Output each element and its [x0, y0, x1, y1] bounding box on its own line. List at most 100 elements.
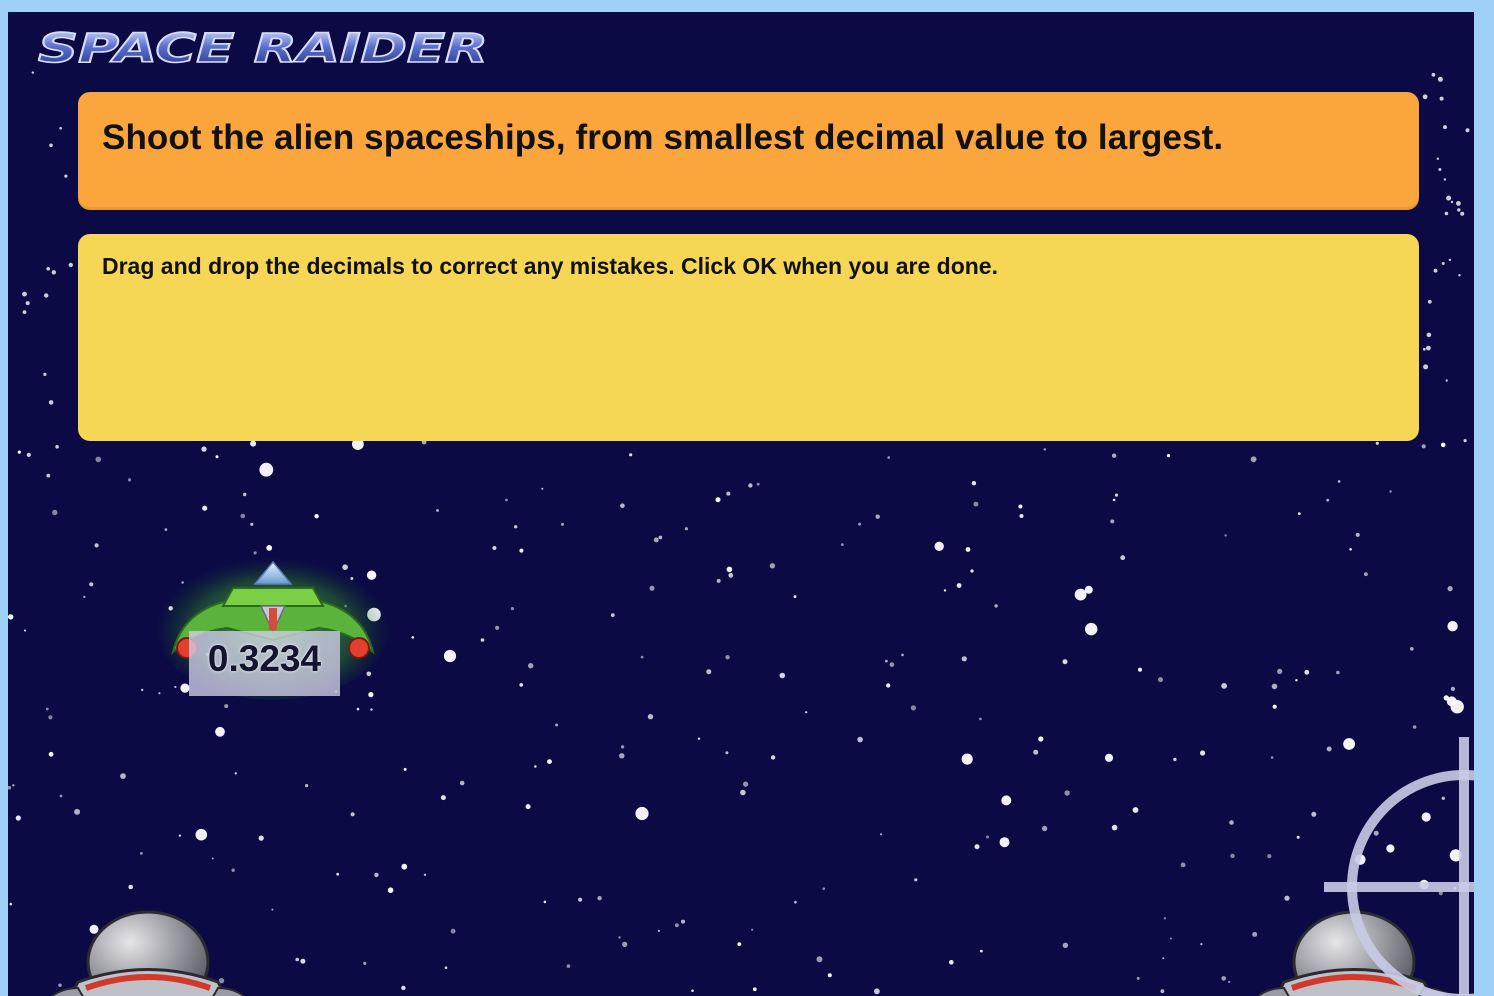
star [1304, 669, 1310, 675]
star [1163, 917, 1167, 920]
star [52, 509, 58, 516]
star [858, 522, 862, 526]
star [444, 966, 448, 969]
star [411, 636, 415, 639]
star [215, 455, 219, 459]
star [45, 707, 49, 711]
star [1364, 572, 1368, 577]
star [879, 833, 883, 836]
star [1111, 824, 1118, 831]
star [1074, 588, 1087, 601]
star [1111, 453, 1117, 458]
star [728, 572, 734, 578]
star [528, 663, 534, 669]
star [480, 638, 485, 642]
star [1043, 448, 1047, 451]
star [525, 804, 531, 810]
star [740, 789, 746, 796]
star [566, 964, 571, 968]
star [1112, 498, 1116, 502]
star [401, 985, 406, 991]
star [1230, 853, 1235, 859]
star [44, 293, 49, 298]
star [1180, 862, 1186, 868]
star [1136, 976, 1140, 980]
star [886, 683, 891, 688]
star [816, 956, 823, 963]
star [202, 505, 208, 511]
star [423, 873, 427, 876]
star [46, 473, 51, 478]
star [1458, 274, 1461, 277]
star [258, 835, 264, 841]
star [436, 509, 439, 512]
star [805, 711, 808, 714]
star [43, 372, 47, 376]
star [8, 614, 14, 620]
star [629, 453, 633, 457]
star [231, 868, 235, 872]
star [89, 582, 94, 587]
star [1446, 696, 1457, 707]
star [314, 514, 319, 519]
star [1272, 704, 1277, 709]
star [1137, 667, 1143, 672]
star [120, 773, 126, 779]
star [1085, 622, 1098, 636]
star [621, 745, 625, 749]
star [658, 535, 663, 540]
star [1438, 168, 1442, 171]
feedback-text: Drag and drop the decimals to correct an… [102, 253, 998, 279]
star [1160, 989, 1165, 994]
star [752, 987, 757, 992]
star [874, 988, 880, 995]
star [22, 310, 27, 314]
crosshair-icon[interactable] [1324, 737, 1474, 996]
star [779, 672, 786, 679]
star [743, 781, 749, 787]
star [240, 513, 246, 519]
star [1447, 586, 1453, 592]
star [1444, 211, 1449, 216]
star [440, 795, 446, 801]
star [234, 772, 237, 775]
star [635, 806, 649, 821]
star [961, 656, 967, 662]
star [1296, 835, 1300, 839]
star [1173, 757, 1177, 762]
star [1426, 332, 1432, 338]
star [822, 887, 826, 890]
star [1460, 211, 1465, 216]
star [1437, 76, 1443, 82]
star [510, 607, 514, 611]
star [986, 835, 989, 839]
star [543, 900, 547, 904]
star [1421, 444, 1426, 449]
star [1436, 157, 1440, 160]
star [1355, 532, 1360, 537]
star [1001, 795, 1012, 806]
instruction-panel: Shoot the alien spaceships, from smalles… [78, 92, 1419, 210]
star [271, 908, 274, 911]
star [1200, 943, 1203, 946]
star [1426, 345, 1431, 351]
star [1166, 454, 1171, 458]
star [1158, 677, 1163, 683]
star [751, 928, 754, 931]
star [1448, 258, 1452, 262]
star [555, 723, 559, 727]
star [827, 973, 832, 978]
star [1441, 262, 1445, 265]
star [973, 501, 979, 507]
star [1433, 268, 1438, 273]
star [22, 291, 27, 297]
star [201, 446, 207, 452]
star [17, 450, 21, 454]
star [647, 714, 654, 720]
alien-decimal-value[interactable]: 0.3234 [189, 631, 340, 696]
star [1297, 512, 1301, 515]
star [1018, 504, 1023, 509]
star [561, 522, 564, 526]
star [943, 589, 947, 592]
star [949, 960, 954, 965]
